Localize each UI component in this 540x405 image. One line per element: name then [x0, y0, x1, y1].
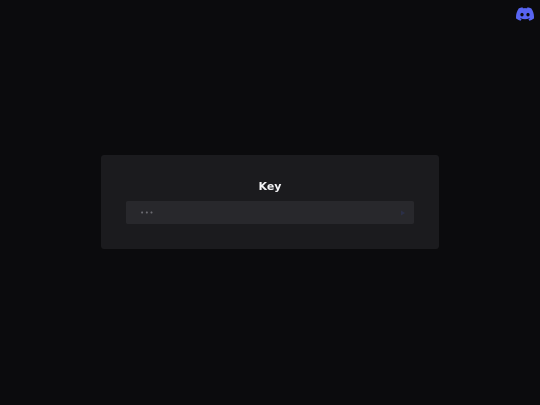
key-input[interactable] — [126, 201, 395, 224]
dialog-title: Key — [258, 180, 282, 193]
discord-icon — [516, 7, 534, 21]
submit-key-button[interactable] — [395, 201, 411, 224]
discord-button[interactable] — [516, 7, 534, 21]
arrow-right-icon — [401, 210, 405, 215]
key-dialog: Key — [101, 155, 439, 249]
key-field — [126, 201, 414, 224]
app-screen: Key — [0, 0, 540, 405]
